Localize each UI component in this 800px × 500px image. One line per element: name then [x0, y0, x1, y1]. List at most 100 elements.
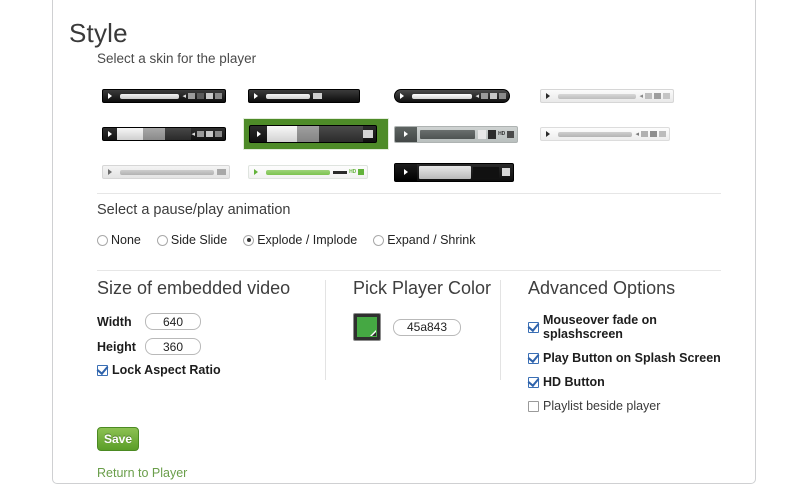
play-icon: [103, 166, 117, 178]
fullscreen-icon: [659, 131, 666, 137]
fullscreen-icon: [215, 93, 222, 99]
skin-option-3[interactable]: ◂: [389, 80, 535, 112]
fullscreen-icon: [358, 169, 364, 175]
fullscreen-icon: [215, 131, 222, 137]
page-title: Style: [69, 18, 128, 48]
time-display-icon: [473, 166, 499, 178]
option-playlist-row[interactable]: Playlist beside player: [528, 399, 721, 413]
column-divider: [500, 280, 501, 380]
progress-icon: [333, 170, 348, 174]
animation-section-label: Select a pause/play animation: [97, 202, 291, 218]
width-input[interactable]: [145, 313, 201, 330]
save-button[interactable]: Save: [97, 427, 139, 451]
animation-radio-group: None Side Slide Explode / Implode Expand…: [97, 233, 492, 247]
radio-button[interactable]: [97, 234, 108, 246]
width-field-row: Width: [97, 313, 325, 330]
play-icon: [250, 126, 267, 142]
hd-icon: [217, 169, 226, 175]
size-section-title: Size of embedded video: [97, 278, 291, 298]
quality-icon: [645, 93, 652, 99]
height-field-row: Height: [97, 338, 325, 355]
play-icon: [395, 163, 417, 181]
radio-button[interactable]: [373, 234, 385, 246]
radio-option-explode-implode[interactable]: Explode / Implode: [243, 233, 357, 247]
radio-label: Explode / Implode: [257, 233, 358, 247]
option-hd-button-row[interactable]: HD Button: [528, 375, 721, 389]
height-label: Height: [97, 339, 136, 354]
volume-icon: ◂: [639, 93, 643, 100]
advanced-section: Advanced Options Mouseover fade on splas…: [500, 278, 721, 423]
skin-option-1[interactable]: ◂: [97, 80, 243, 112]
radio-label: Side Slide: [170, 233, 228, 247]
skin-option-7[interactable]: HD: [389, 118, 535, 150]
fullscreen-icon: [507, 130, 514, 138]
skin-row: ◂: [97, 118, 722, 150]
skin-slot-empty: [535, 156, 681, 188]
skin-option-10[interactable]: HD: [243, 156, 389, 188]
quality-icon: [641, 131, 648, 137]
column-divider: [325, 280, 326, 380]
hd-icon: HD: [349, 169, 356, 175]
lock-aspect-ratio-checkbox[interactable]: [97, 364, 108, 376]
option-play-button-checkbox[interactable]: [528, 352, 539, 364]
option-mouseover-fade-row[interactable]: Mouseover fade on splashscreen: [528, 313, 721, 341]
hd-icon: [313, 93, 322, 99]
radio-option-expand-shrink[interactable]: Expand / Shrink: [373, 233, 476, 247]
hd-icon: [363, 130, 373, 138]
option-mouseover-fade-checkbox[interactable]: [528, 321, 539, 333]
skin-option-11[interactable]: [389, 156, 535, 188]
screen: Style Select a skin for the player ◂ ◂ ◂…: [0, 0, 800, 500]
hd-icon: [188, 93, 195, 99]
color-hex-input[interactable]: [393, 318, 461, 336]
radio-option-none[interactable]: None: [97, 233, 141, 247]
quality-icon: [197, 93, 204, 99]
skin-option-2[interactable]: [243, 80, 389, 112]
option-playlist-checkbox[interactable]: [528, 400, 539, 412]
skin-row: HD: [97, 156, 722, 188]
color-section-title: Pick Player Color: [353, 278, 492, 298]
option-play-button-row[interactable]: Play Button on Splash Screen: [528, 351, 721, 365]
color-swatch-button[interactable]: [353, 313, 381, 341]
radio-button-selected[interactable]: [243, 234, 255, 246]
radio-button[interactable]: [156, 234, 168, 246]
hd-icon: [654, 93, 661, 99]
divider-skins: [97, 193, 721, 194]
skin-row: ◂: [97, 80, 722, 112]
option-hd-button-label: HD Button: [543, 375, 605, 389]
fullscreen-icon: [663, 93, 670, 99]
settings-columns: Size of embedded video Width Height Lock…: [97, 278, 721, 423]
radio-option-side-slide[interactable]: Side Slide: [156, 233, 228, 247]
skin-grid: ◂ ◂ ◂ ◂ HD ◂ HD: [97, 80, 722, 188]
play-icon: [395, 126, 417, 142]
lock-aspect-ratio-row[interactable]: Lock Aspect Ratio: [97, 363, 325, 377]
volume-icon: ◂: [182, 93, 186, 100]
play-icon: [249, 166, 263, 178]
width-label: Width: [97, 314, 132, 329]
return-to-player-link[interactable]: Return to Player: [97, 466, 187, 480]
option-mouseover-fade-label: Mouseover fade on splashscreen: [543, 313, 657, 341]
quality-icon: [197, 131, 204, 137]
play-icon: [541, 90, 555, 102]
divider-columns: [97, 270, 721, 271]
color-picker-row: [353, 313, 500, 341]
skin-option-6-selected[interactable]: [243, 118, 389, 150]
quality-icon: [478, 129, 487, 139]
fullscreen-icon: [502, 168, 510, 176]
lock-aspect-ratio-label: Lock Aspect Ratio: [112, 363, 221, 377]
height-input[interactable]: [145, 338, 201, 355]
option-play-button-label: Play Button on Splash Screen: [543, 351, 721, 365]
hd-icon: HD: [498, 131, 505, 137]
option-hd-button-checkbox[interactable]: [528, 376, 539, 388]
skin-option-9[interactable]: [97, 156, 243, 188]
quality-icon: [481, 93, 488, 99]
play-icon: [541, 128, 555, 140]
hd-icon: [206, 93, 213, 99]
volume-icon: ◂: [635, 131, 639, 138]
play-icon: [103, 128, 117, 140]
skin-option-4[interactable]: ◂: [535, 80, 681, 112]
volume-icon: ◂: [475, 93, 479, 100]
skin-option-5[interactable]: ◂: [97, 118, 243, 150]
content-panel: Style Select a skin for the player ◂ ◂ ◂…: [52, 0, 756, 484]
skin-option-8[interactable]: ◂: [535, 118, 681, 150]
advanced-section-title: Advanced Options: [528, 278, 676, 298]
